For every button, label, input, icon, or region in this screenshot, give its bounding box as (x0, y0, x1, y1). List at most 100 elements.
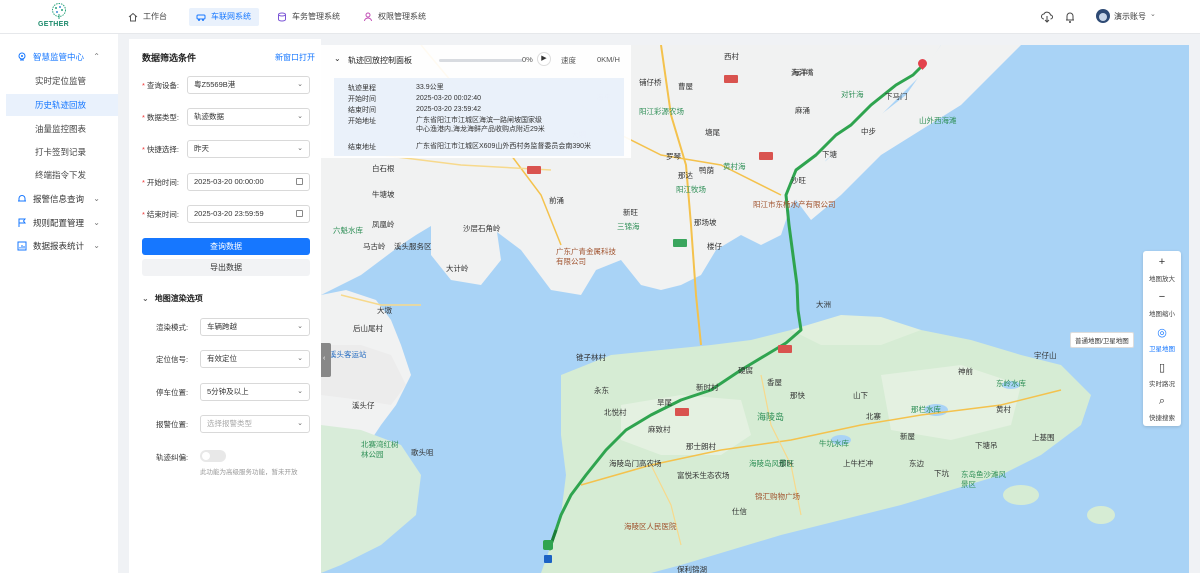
sidebar-item-terminal-commands[interactable]: 终端指令下发 (6, 164, 118, 186)
data-type-select[interactable]: 轨迹数据 ⌄ (187, 108, 310, 126)
map-label: 海陵岛门高农场 (609, 459, 662, 468)
tool-label: 快捷搜索 (1149, 415, 1175, 422)
bell-icon[interactable] (1065, 10, 1075, 24)
tool-label: 地图放大 (1149, 276, 1175, 283)
brand-logo[interactable]: GETHER (38, 3, 82, 31)
cloud-download-icon[interactable] (1041, 10, 1053, 24)
chevron-down-icon[interactable]: ⌄ (334, 54, 341, 63)
map-label: 曹屋 (678, 82, 693, 91)
alarm-placeholder: 选择报警类型 (207, 419, 252, 428)
open-new-window-link[interactable]: 新窗口打开 (275, 52, 315, 63)
playback-control-panel: ⌄ 轨迹回放控制面板 0% ▶ 速度 0KM/H 轨迹里程 33.9公里 开始时… (321, 45, 631, 158)
sidebar-group-alarm-query[interactable]: 报警信息查询 ⌄ (0, 188, 118, 210)
stop-select[interactable]: 5分钟及以上 ⌄ (200, 383, 310, 401)
device-label: 查询设备: (146, 81, 180, 90)
road-shield-icon (759, 152, 773, 160)
stop-row: 停车位置: 5分钟及以上 ⌄ (129, 383, 321, 401)
chevron-left-icon: ‹ (323, 355, 326, 362)
zoom-in-button[interactable]: + 地图放大 (1143, 253, 1181, 288)
sidebar-group-rule-config[interactable]: 规则配置管理 ⌄ (0, 212, 118, 234)
traffic-button[interactable]: ▯ 实时路况 (1143, 358, 1181, 393)
nav-tab-iov[interactable]: 车联网系统 (189, 8, 259, 26)
play-button[interactable]: ▶ (537, 52, 551, 66)
info-label: 开始地址 (348, 118, 376, 125)
sidebar-group-smart-supervision[interactable]: 智慧监管中心 ⌃ (0, 46, 118, 68)
info-value: 2025-03-20 00:02:40 (416, 95, 481, 102)
map-label: 前涌 (549, 196, 564, 205)
query-data-button[interactable]: 查询数据 (142, 238, 310, 255)
flag-icon (18, 218, 26, 227)
map-label: 旱尾 (657, 398, 672, 407)
track-info-box: 轨迹里程 33.9公里 开始时间 2025-03-20 00:02:40 结束时… (334, 78, 624, 156)
sidebar-item-label: 实时定位监管 (35, 76, 87, 86)
quick-search-button[interactable]: ⌕ 快捷搜索 (1143, 392, 1181, 427)
map-label: 西村 (724, 52, 739, 61)
sidebar-group-label: 数据报表统计 (33, 241, 85, 251)
location-pin-icon (18, 52, 26, 61)
end-time-value: 2025-03-20 23:59:59 (194, 209, 264, 218)
map-label: 东岭水库 (996, 379, 1026, 388)
map-label: 沙旺 (791, 176, 806, 185)
map-label: 黄村海 (723, 162, 746, 171)
avatar[interactable] (1096, 9, 1110, 23)
export-data-button[interactable]: 导出数据 (142, 259, 310, 276)
nav-tab-permissions[interactable]: 权限管理系统 (356, 8, 434, 26)
playback-progress-bar[interactable] (439, 59, 523, 62)
map-label: 楼仔 (707, 242, 722, 251)
feature-hint: 此功能为高级服务功能，暂未开放 (200, 469, 298, 476)
end-time-picker[interactable]: 2025-03-20 23:59:59 (187, 205, 310, 223)
info-label: 轨迹里程 (348, 85, 376, 92)
chevron-down-icon: ⌄ (297, 323, 303, 330)
signal-select[interactable]: 有效定位 ⌄ (200, 350, 310, 368)
stop-label: 停车位置: (156, 388, 189, 397)
playback-title: 轨迹回放控制面板 (348, 56, 412, 65)
panel-collapse-handle[interactable]: ‹ (321, 343, 331, 377)
signal-row: 定位信号: 有效定位 ⌄ (129, 350, 321, 368)
device-select[interactable]: 粤Z5569B港 ⌄ (187, 76, 310, 94)
calendar-icon (296, 178, 303, 185)
chevron-down-icon: ⌄ (297, 420, 303, 427)
satellite-map-button[interactable]: ◎ 卫星地图 (1143, 323, 1181, 358)
track-correction-toggle[interactable] (200, 450, 226, 462)
zoom-out-button[interactable]: − 地图缩小 (1143, 288, 1181, 323)
chevron-up-icon: ⌃ (93, 52, 100, 61)
render-options-toggle[interactable]: ⌄ 地图渲染选项 (142, 293, 203, 304)
quick-select[interactable]: 昨天 ⌄ (187, 140, 310, 158)
start-time-picker[interactable]: 2025-03-20 00:00:00 (187, 173, 310, 191)
sidebar-item-label: 油量监控图表 (35, 124, 87, 134)
sidebar-item-fuel-monitor[interactable]: 油量监控图表 (6, 118, 118, 140)
satellite-icon: ◎ (1157, 327, 1167, 339)
map-label: 神前 (958, 367, 973, 376)
road-shield-icon (673, 239, 687, 247)
nav-tab-vehicle-affairs[interactable]: 车务管理系统 (270, 8, 348, 26)
sidebar-item-label: 历史轨迹回放 (35, 100, 87, 110)
map-label: 那场坡 (694, 218, 717, 227)
map-label: 广东广青金属科技有限公司 (556, 247, 616, 266)
chevron-down-icon: ⌄ (93, 218, 100, 227)
road-shield-icon (527, 166, 541, 174)
vehicle-marker-icon[interactable] (543, 540, 553, 550)
chevron-down-icon: ⌄ (297, 81, 303, 88)
start-marker-icon[interactable] (544, 555, 552, 563)
data-type-value: 轨迹数据 (194, 112, 224, 121)
render-mode-select[interactable]: 车辆跨越 ⌄ (200, 318, 310, 336)
start-time-row: * 开始时间: 2025-03-20 00:00:00 (129, 173, 321, 191)
nav-tab-workbench[interactable]: 工作台 (121, 8, 175, 26)
map-label: 保利锦湖 (677, 565, 707, 573)
sidebar-group-reports[interactable]: 数据报表统计 ⌄ (0, 235, 118, 257)
map-label: 东岛鱼沙滩风景区 (961, 470, 1006, 489)
alarm-select[interactable]: 选择报警类型 ⌄ (200, 415, 310, 433)
play-icon: ▶ (541, 55, 547, 62)
map-label: 那栏水库 (911, 405, 941, 414)
sidebar-item-checkin-records[interactable]: 打卡签到记录 (6, 141, 118, 163)
chevron-down-icon: ⌄ (93, 241, 100, 250)
sidebar-item-realtime-location[interactable]: 实时定位监管 (6, 70, 118, 92)
sidebar-group-label: 智慧监管中心 (33, 52, 85, 62)
user-name[interactable]: 演示账号 (1114, 11, 1146, 22)
map-label: 歌头咀 (411, 448, 434, 457)
map-label: 锥子林村 (576, 353, 606, 362)
speed-label: 速度 (561, 56, 576, 65)
sidebar-item-history-playback[interactable]: 历史轨迹回放 (6, 94, 118, 116)
sidebar-group-label: 报警信息查询 (33, 194, 85, 204)
chevron-down-icon[interactable]: ⌄ (1150, 10, 1156, 18)
